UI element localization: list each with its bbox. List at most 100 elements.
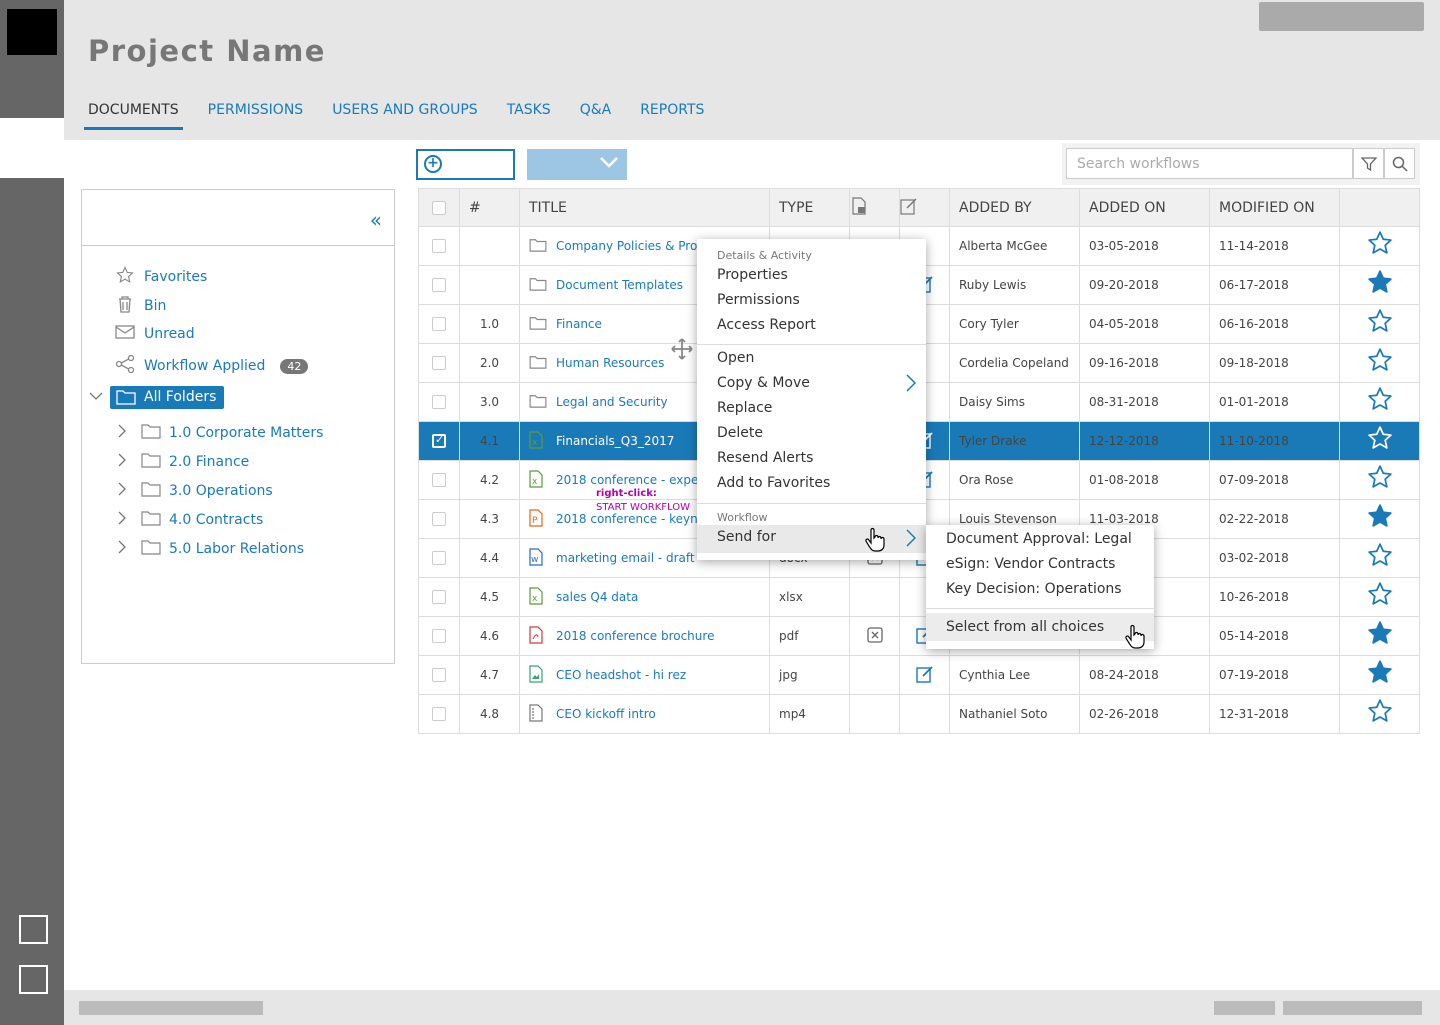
row-title[interactable]: Finance (556, 317, 602, 331)
column-header-modified-on[interactable]: MODIFIED ON (1209, 188, 1340, 227)
row-checkbox[interactable] (418, 226, 460, 266)
favorite-star-icon[interactable] (1339, 460, 1420, 500)
favorite-star-icon[interactable] (1339, 304, 1420, 344)
tab-tasks[interactable]: TASKS (503, 102, 555, 130)
top-right-button[interactable] (1259, 2, 1424, 31)
column-header-type[interactable]: TYPE (769, 188, 850, 227)
chevron-right-icon[interactable] (117, 453, 141, 471)
rail-active-item[interactable] (0, 118, 64, 178)
all-folders-node[interactable]: All Folders (110, 386, 225, 409)
rail-button-2[interactable] (19, 965, 48, 994)
edit-icon[interactable] (915, 665, 935, 687)
row-checkbox[interactable] (418, 616, 460, 656)
chevron-right-icon[interactable] (117, 482, 141, 500)
chevron-right-icon[interactable] (117, 540, 141, 558)
row-checkbox[interactable] (418, 655, 460, 695)
row-title[interactable]: CEO kickoff intro (556, 707, 656, 721)
column-header-edit[interactable] (899, 188, 950, 227)
table-row[interactable]: 4.8 CEO kickoff intro mp4 Nathaniel Soto 02-… (418, 694, 1420, 734)
tree-folder-4[interactable]: 4.0 Contracts (117, 510, 263, 530)
tab-qa[interactable]: Q&A (576, 102, 616, 130)
search-icon[interactable] (1384, 148, 1415, 179)
app-logo[interactable] (7, 9, 57, 55)
collapse-panel-icon[interactable]: « (370, 208, 382, 232)
tab-permissions[interactable]: PERMISSIONS (204, 102, 308, 130)
row-checkbox[interactable] (418, 382, 460, 422)
submenu-item-select-all-choices[interactable]: Select from all choices (946, 619, 1104, 635)
favorite-star-icon[interactable] (1339, 265, 1420, 305)
row-title[interactable]: 2018 conference brochure (556, 629, 714, 643)
row-title[interactable]: Financials_Q3_2017 (556, 434, 674, 448)
column-header-added-on[interactable]: ADDED ON (1079, 188, 1210, 227)
search-input[interactable] (1066, 148, 1353, 179)
checkout-icon[interactable] (865, 626, 885, 648)
chevron-right-icon[interactable] (117, 511, 141, 529)
quick-link-bin[interactable]: Bin (115, 295, 166, 317)
quick-link-unread[interactable]: Unread (115, 324, 195, 344)
submenu-item-esign-vendor[interactable]: eSign: Vendor Contracts (946, 556, 1115, 572)
menu-item-resend-alerts[interactable]: Resend Alerts (717, 450, 813, 466)
quick-link-favorites[interactable]: Favorites (115, 266, 207, 288)
menu-item-replace[interactable]: Replace (717, 400, 772, 416)
menu-item-add-favorites[interactable]: Add to Favorites (717, 475, 830, 491)
tree-folder-2[interactable]: 2.0 Finance (117, 452, 249, 472)
row-checkbox[interactable] (418, 265, 460, 305)
menu-item-access-report[interactable]: Access Report (717, 317, 816, 333)
column-header-num[interactable]: # (459, 188, 520, 227)
row-title[interactable]: CEO headshot - hi rez (556, 668, 686, 682)
table-row[interactable]: 4.7 CEO headshot - hi rez jpg Cynthia Lee 08… (418, 655, 1420, 695)
row-title-cell[interactable]: 2018 conference brochure (519, 616, 770, 656)
chevron-right-icon[interactable] (117, 424, 141, 442)
row-checkbox[interactable] (418, 538, 460, 578)
menu-item-copy-move[interactable]: Copy & Move (717, 375, 810, 391)
row-checkbox[interactable] (418, 421, 460, 461)
row-title[interactable]: Legal and Security (556, 395, 668, 409)
favorite-star-icon[interactable] (1339, 577, 1420, 617)
menu-item-delete[interactable]: Delete (717, 425, 763, 441)
row-checkbox[interactable] (418, 460, 460, 500)
menu-item-properties[interactable]: Properties (717, 267, 788, 283)
tree-folder-1[interactable]: 1.0 Corporate Matters (117, 423, 323, 443)
submenu-item-approval-legal[interactable]: Document Approval: Legal (946, 531, 1132, 547)
row-title-cell[interactable]: x sales Q4 data (519, 577, 770, 617)
add-button[interactable]: + (416, 149, 515, 180)
row-title-cell[interactable]: CEO headshot - hi rez (519, 655, 770, 695)
table-row[interactable]: 4.6 2018 conference brochure pdf 05-14-2018 (418, 616, 1420, 656)
actions-dropdown-button[interactable] (527, 149, 627, 180)
column-header-lock[interactable] (849, 188, 900, 227)
row-checkbox[interactable] (418, 577, 460, 617)
favorite-star-icon[interactable] (1339, 499, 1420, 539)
menu-item-open[interactable]: Open (717, 350, 754, 366)
favorite-star-icon[interactable] (1339, 382, 1420, 422)
tree-folder-3[interactable]: 3.0 Operations (117, 481, 273, 501)
tree-folder-5[interactable]: 5.0 Labor Relations (117, 539, 304, 559)
row-title[interactable]: marketing email - draft (556, 551, 695, 565)
row-title[interactable]: Human Resources (556, 356, 664, 370)
chevron-down-icon[interactable] (89, 390, 103, 405)
favorite-star-icon[interactable] (1339, 616, 1420, 656)
row-title[interactable]: sales Q4 data (556, 590, 638, 604)
submenu-item-key-decision[interactable]: Key Decision: Operations (946, 581, 1122, 597)
table-row[interactable]: 4.5 x sales Q4 data xlsx 10-26-2018 (418, 577, 1420, 617)
menu-item-send-for[interactable]: Send for (717, 529, 776, 545)
favorite-star-icon[interactable] (1339, 421, 1420, 461)
row-checkbox[interactable] (418, 343, 460, 383)
favorite-star-icon[interactable] (1339, 655, 1420, 695)
tab-documents[interactable]: DOCUMENTS (84, 102, 183, 130)
favorite-star-icon[interactable] (1339, 694, 1420, 734)
quick-link-workflow-applied[interactable]: Workflow Applied 42 (115, 354, 309, 377)
row-title-cell[interactable]: CEO kickoff intro (519, 694, 770, 734)
column-header-added-by[interactable]: ADDED BY (949, 188, 1080, 227)
filter-icon[interactable] (1353, 148, 1384, 179)
select-all-checkbox[interactable] (418, 188, 460, 227)
favorite-star-icon[interactable] (1339, 538, 1420, 578)
favorite-star-icon[interactable] (1339, 226, 1420, 266)
row-checkbox[interactable] (418, 694, 460, 734)
column-header-title[interactable]: TITLE (519, 188, 770, 227)
row-checkbox[interactable] (418, 304, 460, 344)
rail-button-1[interactable] (19, 915, 48, 944)
row-title[interactable]: Document Templates (556, 278, 683, 292)
tab-reports[interactable]: REPORTS (636, 102, 708, 130)
row-checkbox[interactable] (418, 499, 460, 539)
favorite-star-icon[interactable] (1339, 343, 1420, 383)
